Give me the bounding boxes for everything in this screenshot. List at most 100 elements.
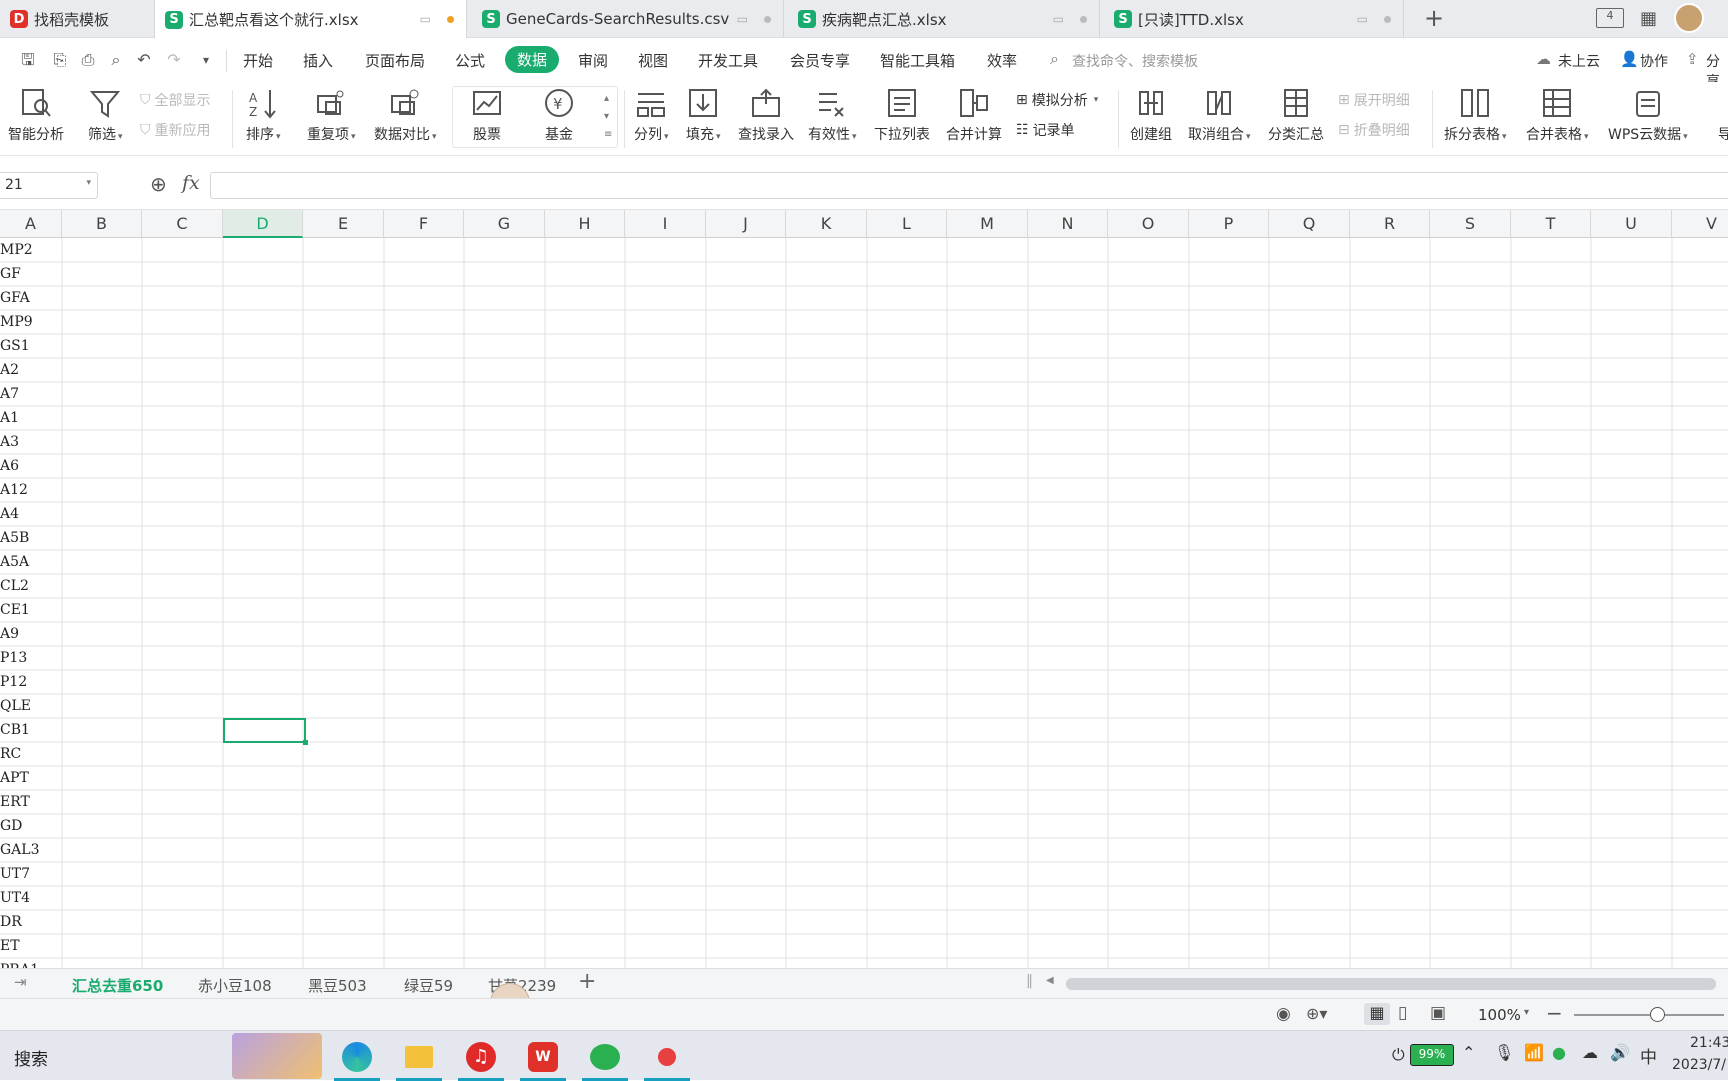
cell-a-value[interactable]: APT [0,766,62,790]
tab-docer-templates[interactable]: D 找稻壳模板 [0,0,155,38]
menu-review[interactable]: 审阅 [578,50,608,71]
print-icon[interactable]: ⎙ [78,50,98,70]
column-header-u[interactable]: U [1591,210,1672,238]
cell-a-value[interactable]: MP2 [0,238,62,262]
cell-a-value[interactable]: A3 [0,430,62,454]
print-preview-icon[interactable]: ⌕ [106,50,126,70]
menu-insert[interactable]: 插入 [303,50,333,71]
clock-time[interactable]: 21:43 [1690,1035,1728,1051]
normal-view-icon[interactable]: ▦ [1364,1003,1390,1025]
wechat-tray-icon[interactable]: ● [1552,1043,1566,1062]
cell-a-value[interactable]: GFA [0,286,62,310]
monitor-icon[interactable]: ▭ [1053,12,1064,26]
cell-a-value[interactable]: A9 [0,622,62,646]
file-explorer-icon[interactable] [396,1039,442,1081]
cell-a-value[interactable]: GD [0,814,62,838]
subtotal-button[interactable]: 分类汇总 [1268,86,1324,144]
ungroup-button[interactable]: 取消组合 ▾ [1188,86,1251,144]
what-if-analysis-button[interactable]: ⊞ 模拟分析 ▾ [1016,90,1098,110]
column-header-b[interactable]: B [62,210,142,238]
command-search-input[interactable]: 查找命令、搜索模板 [1072,51,1198,71]
split-column-button[interactable]: 分列 ▾ [634,86,669,144]
tab-summary-targets[interactable]: S 汇总靶点看这个就行.xlsx ▭ [155,0,467,39]
column-header-d[interactable]: D [223,210,303,238]
wps-office-icon[interactable]: W [520,1039,566,1081]
cell-a-value[interactable]: A1 [0,406,62,430]
page-layout-view-icon[interactable]: ▯ [1398,1003,1407,1023]
import-partial-label[interactable]: 导 [1718,124,1728,144]
taskbar-search[interactable]: 搜索 [14,1045,48,1070]
cell-a-value[interactable]: CE1 [0,598,62,622]
column-header-a[interactable]: A [0,210,62,238]
monitor-icon[interactable]: ▭ [737,12,748,26]
column-header-n[interactable]: N [1028,210,1108,238]
column-header-v[interactable]: V [1672,210,1728,238]
zoom-out-icon[interactable]: − [1546,1001,1563,1025]
fx-icon[interactable]: fx [182,172,200,194]
column-header-s[interactable]: S [1430,210,1511,238]
stock-button[interactable]: 股票 [470,86,504,144]
cell-a-value[interactable]: CL2 [0,574,62,598]
data-compare-button[interactable]: 数据对比 ▾ [374,86,437,144]
cell-a-value[interactable]: ERT [0,790,62,814]
tab-ttd[interactable]: S [只读]TTD.xlsx ▭ [1104,0,1404,38]
zoom-slider[interactable] [1574,1014,1724,1016]
tab-genecards[interactable]: S GeneCards-SearchResults.csv ▭ [472,0,784,38]
gallery-scroll-icon[interactable]: ▴ ▾ ≡ [604,90,612,144]
cell-a-value[interactable]: QLE [0,694,62,718]
menu-efficiency[interactable]: 效率 [987,50,1017,71]
filter-button[interactable]: 筛选 ▾ [88,86,123,144]
cell-a-value[interactable]: CB1 [0,718,62,742]
new-tab-plus-icon[interactable]: + [1424,4,1444,32]
selected-cell-d21[interactable] [223,718,308,745]
zoom-slider-thumb[interactable] [1650,1007,1665,1022]
column-header-c[interactable]: C [142,210,223,238]
cell-a-value[interactable]: MP9 [0,310,62,334]
sheet-tab-adzuki[interactable]: 赤小豆108 [198,975,272,996]
create-group-button[interactable]: 创建组 [1130,86,1172,144]
expand-detail-button[interactable]: ⊞ 展开明细 [1338,90,1410,110]
name-box[interactable]: 21 ▾ [0,172,98,199]
validity-button[interactable]: 有效性 ▾ [808,86,857,144]
cell-a-value[interactable]: ET [0,934,62,958]
horizontal-scrollbar[interactable] [1066,978,1716,990]
duplicates-button[interactable]: 重复项 ▾ [307,86,356,144]
menu-developer[interactable]: 开发工具 [698,50,758,71]
column-header-j[interactable]: J [706,210,786,238]
cloud-status[interactable]: 未上云 [1558,51,1600,71]
screen-recorder-icon[interactable] [644,1039,690,1081]
cell-a-value[interactable]: A4 [0,502,62,526]
save-icon[interactable]: 🖫 [18,50,38,70]
menu-member[interactable]: 会员专享 [790,50,850,71]
cell-a-value[interactable]: DR [0,910,62,934]
scroll-left-icon[interactable]: ◀ [1046,975,1054,986]
collapse-detail-button[interactable]: ⊟ 折叠明细 [1338,120,1410,140]
spreadsheet-grid[interactable]: ABCDEFGHIJKLMNOPQRSTUV MP2 GF GFA MP9 GS1 A2 A… [0,210,1728,970]
dropdown-list-button[interactable]: 下拉列表 [874,86,930,144]
record-form-button[interactable]: ☷ 记录单 [1016,120,1075,140]
tab-disease-targets[interactable]: S 疾病靶点汇总.xlsx ▭ [788,0,1100,38]
network-icon[interactable]: 📶 [1524,1043,1544,1062]
close-dot-icon[interactable] [1384,15,1391,23]
netease-music-icon[interactable]: ♫ [458,1039,504,1081]
menu-view[interactable]: 视图 [638,50,668,71]
user-avatar[interactable] [1674,3,1704,33]
smart-analysis-button[interactable]: 智能分析 [8,86,64,144]
wps-cloud-data-button[interactable]: WPS云数据 ▾ [1608,86,1688,144]
cell-a-value[interactable]: UT4 [0,886,62,910]
cell-a-value[interactable]: GS1 [0,334,62,358]
column-header-t[interactable]: T [1511,210,1591,238]
page-break-view-icon[interactable]: ▣ [1430,1003,1446,1023]
show-hidden-icons-chevron-icon[interactable]: ⌃ [1462,1043,1475,1062]
ime-indicator[interactable]: 中 [1640,1043,1657,1068]
split-table-button[interactable]: 拆分表格 ▾ [1444,86,1507,144]
monitor-icon[interactable]: ▭ [1357,12,1368,26]
redo-icon[interactable]: ↷ [164,50,184,70]
menu-formula[interactable]: 公式 [455,50,485,71]
column-header-r[interactable]: R [1350,210,1430,238]
cell-a-value[interactable]: GAL3 [0,838,62,862]
microphone-icon[interactable]: 🎙 [1494,1043,1514,1062]
menu-page-layout[interactable]: 页面布局 [365,50,425,71]
show-all-button[interactable]: ⛉ 全部显示 [140,90,211,110]
undo-icon[interactable]: ↶ [134,50,154,70]
